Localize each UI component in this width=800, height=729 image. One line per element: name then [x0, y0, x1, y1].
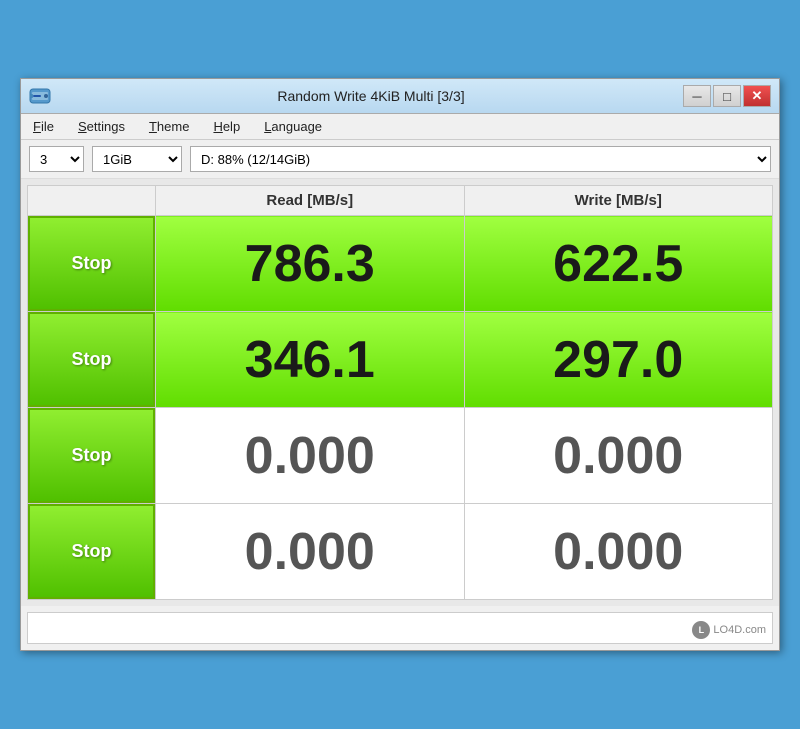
- stop-button-4[interactable]: Stop: [28, 504, 155, 599]
- read-value-4: 0.000: [156, 516, 464, 588]
- write-value-cell-2: 297.0: [464, 312, 773, 408]
- table-header: Read [MB/s] Write [MB/s]: [28, 186, 773, 216]
- write-value-3: 0.000: [465, 420, 773, 492]
- stop-btn-cell-1: Stop: [28, 216, 156, 312]
- write-value-2: 297.0: [465, 324, 773, 396]
- write-value-1: 622.5: [465, 228, 773, 300]
- status-bar: L LO4D.com: [27, 612, 773, 644]
- stop-btn-cell-4: Stop: [28, 504, 156, 600]
- table-row: Stop 0.000 0.000: [28, 408, 773, 504]
- watermark-icon: L: [692, 621, 710, 639]
- write-value-4: 0.000: [465, 516, 773, 588]
- write-value-cell-1: 622.5: [464, 216, 773, 312]
- menu-file[interactable]: File: [29, 117, 58, 136]
- table-row: Stop 786.3 622.5: [28, 216, 773, 312]
- read-value-cell-3: 0.000: [156, 408, 465, 504]
- restore-button[interactable]: □: [713, 85, 741, 107]
- table-row: Stop 0.000 0.000: [28, 504, 773, 600]
- size-select[interactable]: 1GiB: [92, 146, 182, 172]
- window-title: Random Write 4KiB Multi [3/3]: [59, 88, 683, 104]
- close-button[interactable]: ✕: [743, 85, 771, 107]
- header-read: Read [MB/s]: [156, 186, 465, 216]
- stop-button-3[interactable]: Stop: [28, 408, 155, 503]
- menubar: File Settings Theme Help Language: [21, 114, 779, 140]
- read-value-1: 786.3: [156, 228, 464, 300]
- benchmark-table: Read [MB/s] Write [MB/s] Stop 786.3 622.…: [27, 185, 773, 600]
- menu-settings[interactable]: Settings: [74, 117, 129, 136]
- toolbar: 3 1GiB D: 88% (12/14GiB): [21, 140, 779, 179]
- read-value-cell-2: 346.1: [156, 312, 465, 408]
- table-row: Stop 346.1 297.0: [28, 312, 773, 408]
- minimize-button[interactable]: ─: [683, 85, 711, 107]
- app-icon: [29, 85, 51, 107]
- read-value-3: 0.000: [156, 420, 464, 492]
- menu-language[interactable]: Language: [260, 117, 326, 136]
- watermark-label: LO4D.com: [713, 624, 766, 636]
- main-window: Random Write 4KiB Multi [3/3] ─ □ ✕ File…: [20, 78, 780, 651]
- stop-button-2[interactable]: Stop: [28, 312, 155, 407]
- stop-btn-cell-3: Stop: [28, 408, 156, 504]
- header-write: Write [MB/s]: [464, 186, 773, 216]
- queue-depth-select[interactable]: 3: [29, 146, 84, 172]
- header-empty: [28, 186, 156, 216]
- watermark: L LO4D.com: [692, 621, 766, 639]
- write-value-cell-3: 0.000: [464, 408, 773, 504]
- stop-button-1[interactable]: Stop: [28, 216, 155, 311]
- menu-theme[interactable]: Theme: [145, 117, 193, 136]
- drive-select[interactable]: D: 88% (12/14GiB): [190, 146, 771, 172]
- menu-help[interactable]: Help: [209, 117, 244, 136]
- stop-btn-cell-2: Stop: [28, 312, 156, 408]
- read-value-2: 346.1: [156, 324, 464, 396]
- read-value-cell-1: 786.3: [156, 216, 465, 312]
- title-bar: Random Write 4KiB Multi [3/3] ─ □ ✕: [21, 79, 779, 114]
- write-value-cell-4: 0.000: [464, 504, 773, 600]
- window-controls: ─ □ ✕: [683, 85, 771, 107]
- content-area: Read [MB/s] Write [MB/s] Stop 786.3 622.…: [21, 179, 779, 606]
- read-value-cell-4: 0.000: [156, 504, 465, 600]
